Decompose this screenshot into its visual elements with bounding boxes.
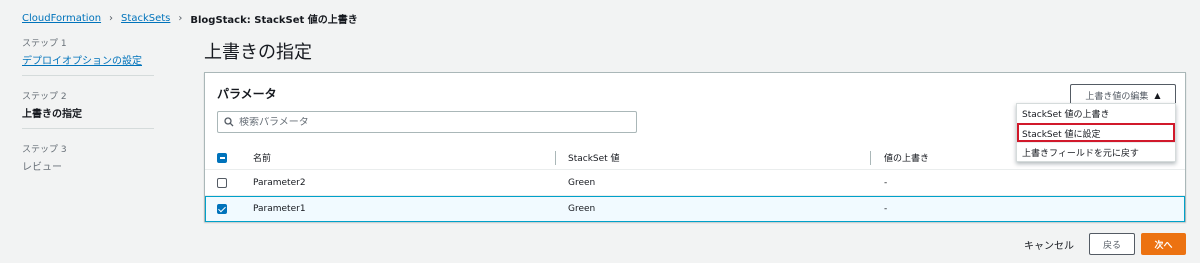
chevron-right-icon: › <box>178 13 183 24</box>
step-number: ステップ 2 <box>22 92 67 102</box>
override-value: - <box>884 204 888 214</box>
page-title: 上書きの指定 <box>204 42 312 63</box>
parameter-name: Parameter1 <box>253 204 306 214</box>
column-header-override-value[interactable]: 値の上書き <box>884 146 929 169</box>
row-checkbox[interactable] <box>217 204 227 214</box>
wizard-step-3: ステップ 3 レビュー <box>22 142 154 181</box>
row-checkbox[interactable] <box>217 177 227 188</box>
wizard-step-1: ステップ 1 デプロイオプションの設定 <box>22 36 154 76</box>
search-input[interactable] <box>239 116 629 128</box>
wizard-step-2: ステップ 2 上書きの指定 <box>22 89 154 129</box>
edit-override-label: 上書き値の編集 <box>1085 91 1149 102</box>
panel-title: パラメータ <box>217 87 277 101</box>
step-number: ステップ 3 <box>22 145 67 155</box>
caret-up-icon: ▲ <box>1154 90 1161 100</box>
chevron-right-icon: › <box>109 13 114 24</box>
stackset-value: Green <box>568 177 596 188</box>
wizard-steps: ステップ 1 デプロイオプションの設定 ステップ 2 上書きの指定 ステップ 3… <box>22 36 154 194</box>
step-number: ステップ 1 <box>22 39 67 49</box>
menu-item-set-to-stackset-value[interactable]: StackSet 値に設定 <box>1017 123 1175 142</box>
column-header-stackset-value[interactable]: StackSet 値 <box>568 146 620 169</box>
parameter-name: Parameter2 <box>253 177 306 188</box>
select-all-cell <box>217 146 227 169</box>
table-row[interactable]: Parameter2 Green - <box>205 170 1185 196</box>
search-box[interactable] <box>217 111 637 133</box>
breadcrumb-current: BlogStack: StackSet 値の上書き <box>190 15 358 26</box>
row-checkbox-cell <box>217 197 227 221</box>
next-button[interactable]: 次へ <box>1141 233 1186 255</box>
select-all-checkbox[interactable] <box>217 152 227 163</box>
menu-item-revert-overrides[interactable]: 上書きフィールドを元に戻す <box>1017 142 1175 161</box>
footer-actions: キャンセル 戻る 次へ <box>0 233 1200 255</box>
step-label-current: 上書きの指定 <box>22 109 82 120</box>
override-value: - <box>884 177 888 188</box>
stackset-value: Green <box>568 204 596 214</box>
row-checkbox-cell <box>217 170 227 195</box>
breadcrumb-link-cloudformation[interactable]: CloudFormation <box>22 13 101 24</box>
column-divider[interactable] <box>870 151 871 165</box>
search-icon <box>224 117 234 127</box>
step-link-deploy-options[interactable]: デプロイオプションの設定 <box>22 56 142 67</box>
edit-override-menu: StackSet 値の上書き StackSet 値に設定 上書きフィールドを元に… <box>1016 103 1176 162</box>
column-header-name[interactable]: 名前 <box>253 146 271 169</box>
breadcrumb: CloudFormation › StackSets › BlogStack: … <box>22 11 358 26</box>
breadcrumb-link-stacksets[interactable]: StackSets <box>121 13 170 24</box>
column-divider[interactable] <box>555 151 556 165</box>
cancel-button[interactable]: キャンセル <box>1024 237 1074 252</box>
menu-item-override-stackset-values[interactable]: StackSet 値の上書き <box>1017 104 1175 123</box>
step-label-review: レビュー <box>22 162 62 173</box>
back-button[interactable]: 戻る <box>1089 233 1135 255</box>
table-row-selected[interactable]: Parameter1 Green - <box>205 196 1185 222</box>
